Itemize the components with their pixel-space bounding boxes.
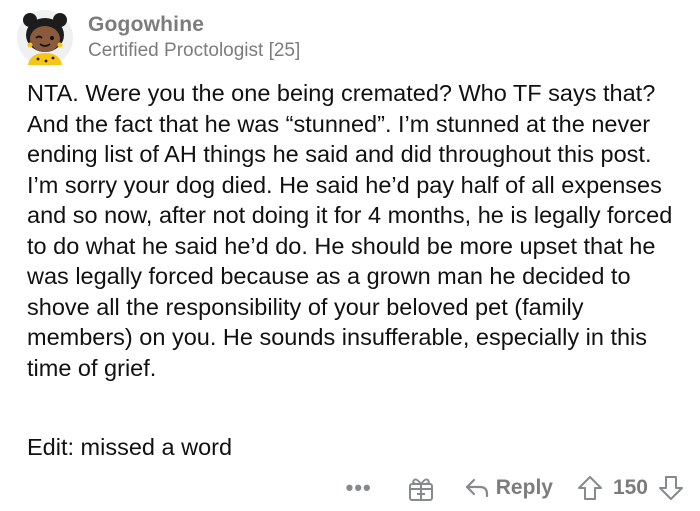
comment-card: Gogowhine Certified Proctologist [25] NT… — [0, 0, 700, 511]
snoo-avatar-icon — [17, 10, 73, 66]
user-meta: Gogowhine Certified Proctologist [25] — [88, 12, 300, 64]
reply-button[interactable]: Reply — [464, 476, 553, 500]
comment-body: NTA. Were you the one being cremated? Wh… — [27, 80, 673, 381]
comment-edit-note: Edit: missed a word — [27, 434, 233, 460]
reply-arrow-icon — [465, 478, 488, 498]
gift-icon — [408, 478, 433, 501]
downvote-button[interactable] — [658, 474, 684, 502]
user-flair: Certified Proctologist [25] — [88, 40, 301, 61]
vote-score: 150 — [612, 476, 648, 499]
reply-label: Reply — [495, 476, 553, 499]
avatar[interactable] — [16, 9, 74, 67]
downvote-arrow-icon — [659, 476, 683, 500]
username[interactable]: Gogowhine — [88, 12, 300, 38]
comment-header: Gogowhine Certified Proctologist [25] — [16, 6, 300, 70]
award-button[interactable] — [408, 474, 434, 502]
upvote-button[interactable] — [577, 474, 603, 502]
more-options-button[interactable]: ••• — [346, 477, 372, 499]
upvote-arrow-icon — [577, 476, 602, 500]
comment-actions: ••• Reply 150 — [346, 470, 684, 506]
